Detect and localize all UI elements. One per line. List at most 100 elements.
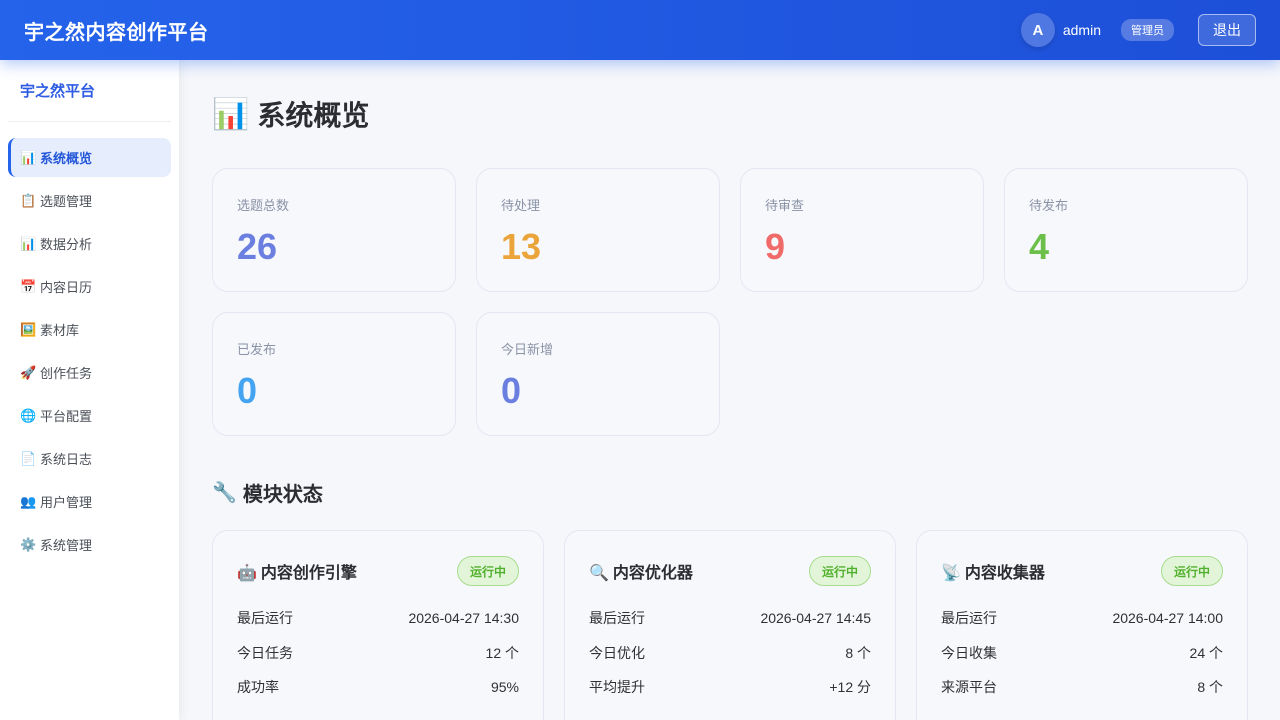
stat-card-total: 选题总数 26 — [212, 168, 456, 292]
top-header: 宇之然内容创作平台 A admin 管理员 退出 — [0, 0, 1280, 60]
sidebar-item-label: 内容日历 — [40, 280, 93, 295]
module-name-text: 内容收集器 — [964, 565, 1045, 582]
module-header: 📡 内容收集器 运行中 — [941, 555, 1223, 587]
clipboard-icon: 📋 — [20, 192, 37, 208]
module-row: 成功率 95% — [237, 670, 519, 705]
module-card-collector: 📡 内容收集器 运行中 最后运行 2026-04-27 14:00 今日收集 24 个… — [916, 530, 1248, 720]
row-value: 2026-04-27 14:30 — [408, 610, 519, 627]
stat-label: 今日新增 — [501, 342, 554, 357]
stat-label: 待发布 — [1029, 198, 1069, 213]
sidebar-item-platforms[interactable]: 🌐 平台配置 — [8, 396, 171, 435]
stat-value: 13 — [501, 226, 542, 267]
chart-icon: 📊 — [20, 149, 37, 165]
status-badge: 运行中 — [456, 556, 519, 586]
sidebar-item-calendar[interactable]: 📅 内容日历 — [8, 267, 171, 306]
stat-label: 待处理 — [501, 198, 541, 213]
module-header: 🤖 内容创作引擎 运行中 — [237, 555, 519, 587]
sidebar-item-users[interactable]: 👥 用户管理 — [8, 482, 171, 521]
rocket-icon: 🚀 — [20, 364, 37, 380]
sidebar-item-label: 平台配置 — [40, 409, 93, 424]
sidebar-item-topics[interactable]: 📋 选题管理 — [8, 181, 171, 220]
row-label: 今日收集 — [941, 644, 997, 661]
brand-title: 宇之然内容创作平台 — [24, 21, 209, 44]
avatar[interactable]: A — [1020, 13, 1055, 47]
logout-button[interactable]: 退出 — [1198, 14, 1256, 46]
module-name: 🔍 内容优化器 — [589, 559, 693, 583]
picture-icon: 🖼️ — [20, 321, 37, 337]
module-row: 最后运行 2026-04-27 14:30 — [237, 601, 519, 636]
sidebar-menu: 📊 系统概览 📋 选题管理 📊 数据分析 📅 内容日历 🖼️ 素材库 🚀 创作任… — [8, 138, 171, 564]
row-value: 2026-04-27 14:00 — [1112, 610, 1223, 627]
module-card-optimizer: 🔍 内容优化器 运行中 最后运行 2026-04-27 14:45 今日优化 8 个 … — [564, 530, 896, 720]
sidebar-item-label: 系统管理 — [40, 538, 93, 553]
robot-icon: 🤖 — [237, 565, 257, 582]
status-badge: 运行中 — [1160, 556, 1223, 586]
status-badge: 运行中 — [808, 556, 871, 586]
wrench-icon: 🔧 — [212, 481, 237, 504]
row-label: 成功率 — [237, 679, 279, 696]
row-label: 今日任务 — [237, 644, 293, 661]
calendar-icon: 📅 — [20, 278, 37, 294]
sidebar-item-overview[interactable]: 📊 系统概览 — [8, 138, 171, 177]
section-title-text: 模块状态 — [242, 483, 323, 506]
sidebar-item-label: 系统概览 — [40, 151, 93, 166]
row-label: 今日优化 — [589, 644, 645, 661]
stat-card-published: 已发布 0 — [212, 312, 456, 436]
row-label: 最后运行 — [589, 610, 645, 627]
module-card-creation-engine: 🤖 内容创作引擎 运行中 最后运行 2026-04-27 14:30 今日任务 12 … — [212, 530, 544, 720]
page-title-text: 系统概览 — [257, 100, 370, 131]
module-name-text: 内容优化器 — [612, 565, 693, 582]
sidebar-title: 宇之然平台 — [8, 60, 171, 122]
row-value: +12 分 — [829, 679, 871, 696]
module-row: 平均提升 +12 分 — [589, 670, 871, 705]
modules-grid: 🤖 内容创作引擎 运行中 最后运行 2026-04-27 14:30 今日任务 12 … — [212, 530, 1248, 720]
stat-value: 26 — [237, 226, 278, 267]
module-row: 今日优化 8 个 — [589, 636, 871, 671]
stat-card-to-publish: 待发布 4 — [1004, 168, 1248, 292]
sidebar-item-label: 选题管理 — [40, 194, 93, 209]
sidebar-item-assets[interactable]: 🖼️ 素材库 — [8, 310, 171, 349]
stat-card-today-new: 今日新增 0 — [476, 312, 720, 436]
module-row: 最后运行 2026-04-27 14:00 — [941, 601, 1223, 636]
sidebar-item-label: 用户管理 — [40, 495, 93, 510]
user-area: A admin 管理员 退出 — [1020, 13, 1256, 47]
sidebar-item-system[interactable]: ⚙️ 系统管理 — [8, 525, 171, 564]
globe-icon: 🌐 — [20, 407, 37, 423]
module-name-text: 内容创作引擎 — [260, 565, 357, 582]
stat-label: 已发布 — [237, 342, 277, 357]
module-row: 今日收集 24 个 — [941, 636, 1223, 671]
document-icon: 📄 — [20, 450, 37, 466]
users-icon: 👥 — [20, 493, 37, 509]
sidebar-item-tasks[interactable]: 🚀 创作任务 — [8, 353, 171, 392]
row-label: 平均提升 — [589, 679, 645, 696]
role-badge: 管理员 — [1121, 19, 1174, 41]
stat-value: 9 — [765, 226, 786, 267]
gear-icon: ⚙️ — [20, 536, 37, 552]
sidebar-item-logs[interactable]: 📄 系统日志 — [8, 439, 171, 478]
row-value: 24 个 — [1189, 644, 1223, 661]
row-value: 95% — [490, 679, 519, 696]
module-name: 🤖 内容创作引擎 — [237, 559, 357, 583]
sidebar: 宇之然平台 📊 系统概览 📋 选题管理 📊 数据分析 📅 内容日历 🖼️ 素材库… — [0, 60, 179, 720]
satellite-icon: 📡 — [941, 565, 961, 582]
sidebar-item-analytics[interactable]: 📊 数据分析 — [8, 224, 171, 263]
chart-icon: 📊 — [20, 235, 37, 251]
stat-value: 0 — [501, 370, 522, 411]
sidebar-item-label: 创作任务 — [40, 366, 93, 381]
page-title: 📊 系统概览 — [212, 60, 1248, 168]
magnifier-icon: 🔍 — [589, 565, 609, 582]
row-value: 8 个 — [1197, 679, 1223, 696]
stat-card-review: 待审查 9 — [740, 168, 984, 292]
username: admin — [1062, 22, 1101, 38]
sidebar-item-label: 素材库 — [40, 323, 80, 338]
row-value: 12 个 — [485, 644, 519, 661]
stats-grid: 选题总数 26 待处理 13 待审查 9 待发布 4 已发布 0 今日新增 0 — [212, 168, 1248, 436]
module-header: 🔍 内容优化器 运行中 — [589, 555, 871, 587]
module-row: 今日任务 12 个 — [237, 636, 519, 671]
module-row: 来源平台 8 个 — [941, 670, 1223, 705]
stat-value: 0 — [237, 370, 258, 411]
module-name: 📡 内容收集器 — [941, 559, 1045, 583]
row-value: 8 个 — [845, 644, 871, 661]
module-row: 最后运行 2026-04-27 14:45 — [589, 601, 871, 636]
row-label: 最后运行 — [941, 610, 997, 627]
